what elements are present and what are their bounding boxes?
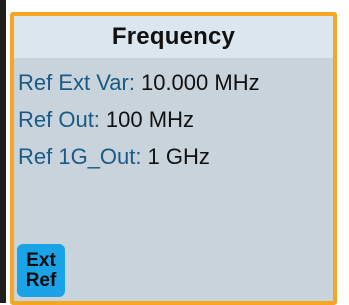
row-ref-1g-out: Ref 1G_Out: 1 GHz [18,138,329,175]
ext-ref-button-line1: Ext [26,249,56,271]
frequency-panel[interactable]: Frequency Ref Ext Var: 10.000 MHz Ref Ou… [10,12,337,305]
row-ref-ext-var: Ref Ext Var: 10.000 MHz [18,64,329,101]
ref-out-value: 100 MHz [105,106,194,132]
ext-ref-button[interactable]: Ext Ref [17,244,65,297]
row-ref-out: Ref Out: 100 MHz [18,101,329,138]
ref-out-label: Ref Out: [18,106,100,132]
panel-title: Frequency [111,23,236,50]
ref-ext-var-label: Ref Ext Var: [18,69,135,95]
reference-list: Ref Ext Var: 10.000 MHz Ref Out: 100 MHz… [18,64,329,175]
ref-ext-var-value: 10.000 MHz [140,69,260,95]
ext-ref-button-line2: Ref [25,269,57,291]
ref-1g-out-label: Ref 1G_Out: [18,143,142,169]
panel-header: Frequency [14,16,333,58]
frequency-window: Frequency Ref Ext Var: 10.000 MHz Ref Ou… [0,0,349,305]
left-edge-strip [0,0,6,303]
ref-1g-out-value: 1 GHz [147,143,210,169]
